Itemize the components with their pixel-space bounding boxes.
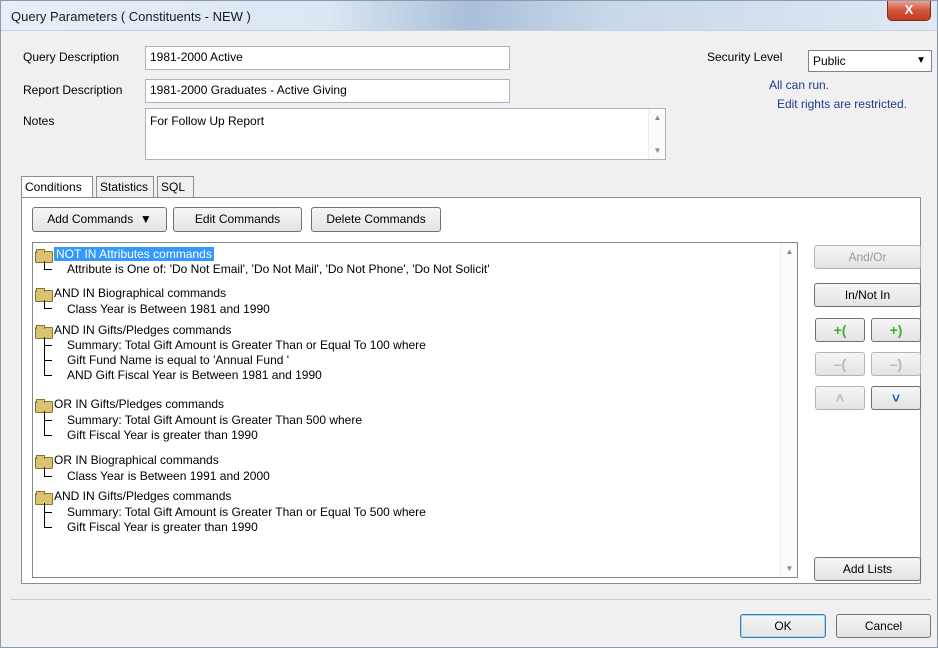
add-lists-button[interactable]: Add Lists [814, 557, 921, 581]
plus-close-paren-icon: +) [889, 322, 903, 338]
tree-group[interactable]: OR IN Biographical commands [35, 453, 219, 469]
cancel-button[interactable]: Cancel [836, 614, 931, 638]
add-commands-button[interactable]: Add Commands ▼ [32, 207, 167, 232]
tree-group[interactable]: NOT IN Attributes commands [35, 247, 214, 263]
tree-item[interactable]: Gift Fund Name is equal to 'Annual Fund … [67, 353, 289, 368]
query-description-input[interactable]: 1981-2000 Active [145, 46, 510, 70]
tree-item[interactable]: Attribute is One of: 'Do Not Email', 'Do… [67, 262, 490, 277]
tree-group[interactable]: AND IN Gifts/Pledges commands [35, 323, 232, 339]
folder-open-icon [35, 324, 53, 339]
move-down-button[interactable]: ˅ [871, 386, 921, 410]
security-level-value: Public [813, 54, 846, 68]
dropdown-arrow-icon: ▼ [916, 55, 926, 66]
tree-item[interactable]: Summary: Total Gift Amount is Greater Th… [67, 413, 362, 428]
report-description-input[interactable]: 1981-2000 Graduates - Active Giving [145, 79, 510, 103]
tree-group[interactable]: OR IN Gifts/Pledges commands [35, 397, 225, 413]
tree-item[interactable]: Class Year is Between 1981 and 1990 [67, 302, 270, 317]
commands-tree[interactable]: NOT IN Attributes commands Attribute is … [32, 242, 798, 578]
query-description-label: Query Description [23, 50, 120, 64]
minus-open-paren-icon: –( [833, 356, 847, 372]
tab-statistics[interactable]: Statistics [96, 176, 154, 198]
tree-group-label: OR IN Gifts/Pledges commands [54, 397, 225, 411]
security-level-label: Security Level [707, 50, 783, 64]
tree-group[interactable]: AND IN Gifts/Pledges commands [35, 489, 232, 505]
query-parameters-window: Query Parameters ( Constituents - NEW ) … [0, 0, 938, 648]
security-note-edit: Edit rights are restricted. [776, 97, 907, 111]
report-description-label: Report Description [23, 83, 123, 97]
and-or-button[interactable]: And/Or [814, 245, 921, 269]
folder-open-icon [35, 490, 53, 505]
tree-group-label: AND IN Gifts/Pledges commands [54, 323, 232, 337]
folder-open-icon [35, 398, 53, 413]
window-title: Query Parameters ( Constituents - NEW ) [11, 9, 251, 24]
edit-commands-button[interactable]: Edit Commands [173, 207, 302, 232]
add-open-paren-button[interactable]: +( [815, 318, 865, 342]
notes-textarea[interactable]: For Follow Up Report ▲ ▼ [145, 108, 666, 160]
title-bar: Query Parameters ( Constituents - NEW ) … [1, 1, 937, 31]
tree-item[interactable]: Class Year is Between 1991 and 2000 [67, 469, 270, 484]
move-up-button[interactable]: ˄ [815, 386, 865, 410]
ok-button[interactable]: OK [740, 614, 826, 638]
tree-group-label: NOT IN Attributes commands [54, 247, 214, 261]
in-not-in-button[interactable]: In/Not In [814, 283, 921, 307]
chevron-down-icon: ˅ [891, 390, 901, 406]
tab-sql[interactable]: SQL [157, 176, 194, 198]
footer-divider [11, 599, 931, 600]
tree-item[interactable]: Summary: Total Gift Amount is Greater Th… [67, 338, 426, 353]
security-level-select[interactable]: Public ▼ [808, 50, 932, 72]
tree-item[interactable]: AND Gift Fiscal Year is Between 1981 and… [67, 368, 322, 383]
chevron-up-icon: ˄ [835, 390, 845, 406]
tab-conditions[interactable]: Conditions [21, 176, 93, 199]
remove-open-paren-button[interactable]: –( [815, 352, 865, 376]
scroll-up-icon[interactable]: ▲ [649, 109, 666, 126]
tree-item[interactable]: Gift Fiscal Year is greater than 1990 [67, 520, 258, 535]
add-commands-label: Add Commands [47, 212, 134, 226]
remove-close-paren-button[interactable]: –) [871, 352, 921, 376]
tree-group-label: OR IN Biographical commands [54, 453, 219, 467]
delete-commands-button[interactable]: Delete Commands [311, 207, 441, 232]
security-note-run: All can run. [768, 78, 829, 92]
folder-open-icon [35, 248, 53, 263]
notes-text: For Follow Up Report [150, 114, 265, 128]
tree-item[interactable]: Summary: Total Gift Amount is Greater Th… [67, 505, 426, 520]
conditions-panel: Add Commands ▼ Edit Commands Delete Comm… [21, 197, 921, 584]
notes-label: Notes [23, 114, 55, 128]
tree-group[interactable]: AND IN Biographical commands [35, 286, 227, 302]
notes-scrollbar[interactable]: ▲ ▼ [648, 109, 665, 159]
tree-scrollbar[interactable]: ▲ ▼ [780, 243, 797, 577]
plus-open-paren-icon: +( [833, 322, 847, 338]
scroll-up-icon[interactable]: ▲ [781, 243, 798, 260]
minus-close-paren-icon: –) [889, 356, 903, 372]
tree-item[interactable]: Gift Fiscal Year is greater than 1990 [67, 428, 258, 443]
scroll-down-icon[interactable]: ▼ [781, 560, 798, 577]
add-close-paren-button[interactable]: +) [871, 318, 921, 342]
scroll-down-icon[interactable]: ▼ [649, 142, 666, 159]
tree-group-label: AND IN Biographical commands [54, 286, 227, 300]
folder-open-icon [35, 454, 53, 469]
close-button[interactable]: X [887, 1, 931, 21]
tree-group-label: AND IN Gifts/Pledges commands [54, 489, 232, 503]
folder-open-icon [35, 287, 53, 302]
dropdown-arrow-icon: ▼ [136, 212, 152, 226]
